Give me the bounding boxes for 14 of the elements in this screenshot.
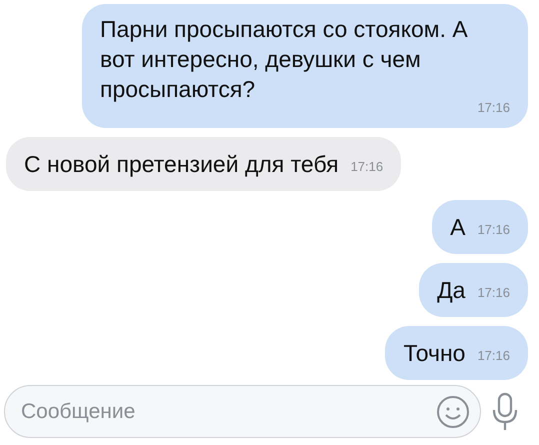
microphone-icon[interactable] xyxy=(491,392,519,432)
message-time: 17:16 xyxy=(477,99,510,117)
message-text: А xyxy=(450,212,466,242)
smile-icon[interactable] xyxy=(436,394,470,428)
message-text: Да xyxy=(437,276,466,304)
message-text: Точно xyxy=(403,338,466,368)
message-time: 17:16 xyxy=(477,347,510,365)
message-time: 17:16 xyxy=(477,284,510,302)
message-text: Парни просыпаются со стояком. А вот интересно, девушки с чем просыпаются? xyxy=(100,15,469,104)
message-input[interactable]: Сообщение xyxy=(21,396,436,428)
message-time: 17:16 xyxy=(350,158,384,176)
message-text: С новой претензией для тебя xyxy=(24,150,339,178)
message-field[interactable]: Сообщение xyxy=(4,385,481,438)
message-time: 17:16 xyxy=(477,221,510,239)
